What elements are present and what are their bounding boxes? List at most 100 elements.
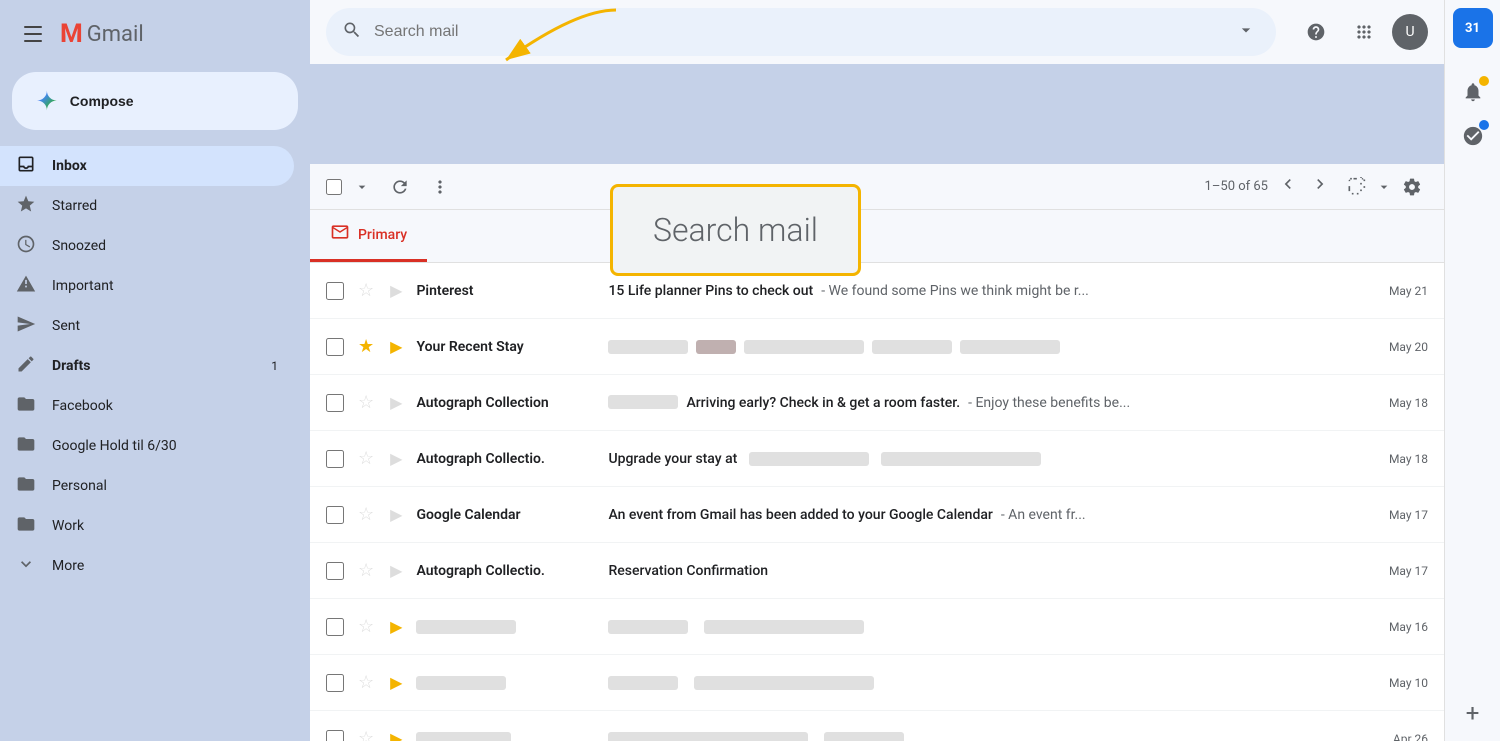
sidebar-item-label: Starred <box>52 198 97 214</box>
more-options-button[interactable] <box>422 171 458 203</box>
main-content: U Search mail 1–50 of 65 <box>310 0 1444 741</box>
star-button[interactable]: ☆ <box>356 446 376 471</box>
email-date: May 18 <box>1389 452 1428 466</box>
sidebar-item-personal[interactable]: Personal <box>0 466 294 506</box>
important-button[interactable]: ▶ <box>388 391 404 415</box>
email-row[interactable]: ☆ ▶ Autograph Collectio. Reservation Con… <box>310 543 1444 599</box>
sidebar-item-label: Important <box>52 278 114 294</box>
email-snippet: - Enjoy these benefits be... <box>968 395 1130 411</box>
select-dropdown-button[interactable] <box>346 173 378 201</box>
avatar[interactable]: U <box>1392 14 1428 50</box>
notification-icon[interactable] <box>1453 72 1493 112</box>
apps-button[interactable] <box>1344 12 1384 52</box>
sidebar-item-facebook[interactable]: Facebook <box>0 386 294 426</box>
sidebar-item-important[interactable]: Important <box>0 266 294 306</box>
email-sender: Your Recent Stay <box>416 339 596 355</box>
sidebar-item-snoozed[interactable]: Snoozed <box>0 226 294 266</box>
sidebar-item-work[interactable]: Work <box>0 506 294 546</box>
email-checkbox[interactable] <box>326 674 344 692</box>
star-button[interactable]: ☆ <box>356 502 376 527</box>
star-button[interactable]: ☆ <box>356 726 376 741</box>
email-sender: Autograph Collectio. <box>416 451 596 467</box>
refresh-button[interactable] <box>382 171 418 203</box>
sidebar: M Gmail ✦ Compose Inbox Starred Snoozed <box>0 0 310 741</box>
select-all-checkbox[interactable] <box>326 179 342 195</box>
email-subject: Reservation Confirmation <box>608 563 768 579</box>
settings-button[interactable] <box>1396 171 1428 203</box>
view-toggle-button[interactable] <box>1340 171 1372 203</box>
important-button[interactable]: ▶ <box>388 279 404 303</box>
email-date: May 16 <box>1389 620 1428 634</box>
compose-button[interactable]: ✦ Compose <box>12 72 298 130</box>
blurred-snippet <box>744 340 864 354</box>
email-checkbox[interactable] <box>326 562 344 580</box>
tab-primary[interactable]: Primary <box>310 210 427 262</box>
star-button[interactable]: ★ <box>356 334 376 359</box>
email-row[interactable]: ☆ ▶ Autograph Collectio. Upgrade your st… <box>310 431 1444 487</box>
drafts-icon <box>16 354 36 379</box>
sidebar-item-more[interactable]: More <box>0 546 294 586</box>
calendar-icon[interactable]: 31 <box>1453 8 1493 48</box>
compose-plus-icon: ✦ <box>36 88 58 114</box>
email-checkbox[interactable] <box>326 282 344 300</box>
star-button[interactable]: ☆ <box>356 670 376 695</box>
email-row[interactable]: ☆ ▶ May 16 <box>310 599 1444 655</box>
email-checkbox[interactable] <box>326 394 344 412</box>
email-list: ☆ ▶ Pinterest 15 Life planner Pins to ch… <box>310 263 1444 741</box>
compose-label: Compose <box>70 93 134 109</box>
sidebar-item-drafts[interactable]: Drafts 1 <box>0 346 294 386</box>
important-button[interactable]: ▶ <box>388 727 404 741</box>
email-checkbox[interactable] <box>326 618 344 636</box>
important-button[interactable]: ▶ <box>388 335 404 359</box>
right-sidebar: 31 + <box>1444 0 1500 741</box>
sidebar-item-inbox[interactable]: Inbox <box>0 146 294 186</box>
email-date: Apr 26 <box>1393 732 1428 741</box>
sidebar-item-sent[interactable]: Sent <box>0 306 294 346</box>
email-row[interactable]: ☆ ▶ May 10 <box>310 655 1444 711</box>
email-row[interactable]: ☆ ▶ Pinterest 15 Life planner Pins to ch… <box>310 263 1444 319</box>
hamburger-icon[interactable] <box>16 18 50 50</box>
search-input[interactable] <box>374 23 1220 41</box>
email-sender: Google Calendar <box>416 507 596 523</box>
email-body <box>608 340 1376 354</box>
star-button[interactable]: ☆ <box>356 558 376 583</box>
add-sidebar-item-button[interactable]: + <box>1453 693 1493 733</box>
notification-badge <box>1479 76 1489 86</box>
sidebar-item-label: Personal <box>52 478 107 494</box>
email-checkbox[interactable] <box>326 338 344 356</box>
search-dropdown-button[interactable] <box>1232 16 1260 49</box>
email-checkbox[interactable] <box>326 506 344 524</box>
important-button[interactable]: ▶ <box>388 671 404 695</box>
help-button[interactable] <box>1296 12 1336 52</box>
pagination-info: 1–50 of 65 <box>1205 168 1428 205</box>
important-button[interactable]: ▶ <box>388 447 404 471</box>
email-body <box>608 620 1376 634</box>
important-button[interactable]: ▶ <box>388 615 404 639</box>
star-button[interactable]: ☆ <box>356 614 376 639</box>
sidebar-item-google-hold[interactable]: Google Hold til 6/30 <box>0 426 294 466</box>
blurred-snippet3 <box>960 340 1060 354</box>
top-right-icons: U <box>1296 12 1428 52</box>
email-checkbox[interactable] <box>326 450 344 468</box>
email-row[interactable]: ☆ ▶ Apr 26 <box>310 711 1444 741</box>
prev-page-button[interactable] <box>1272 168 1304 205</box>
sidebar-item-starred[interactable]: Starred <box>0 186 294 226</box>
check-circle-icon[interactable] <box>1453 116 1493 156</box>
email-row[interactable]: ☆ ▶ Google Calendar An event from Gmail … <box>310 487 1444 543</box>
blurred-img <box>696 340 736 354</box>
email-row[interactable]: ★ ▶ Your Recent Stay May 20 <box>310 319 1444 375</box>
email-checkbox[interactable] <box>326 730 344 741</box>
important-button[interactable]: ▶ <box>388 559 404 583</box>
search-bar-wrapper <box>326 8 1276 56</box>
email-body: An event from Gmail has been added to yo… <box>608 507 1376 523</box>
search-icon <box>342 20 362 45</box>
important-button[interactable]: ▶ <box>388 503 404 527</box>
star-button[interactable]: ☆ <box>356 278 376 303</box>
email-body: Upgrade your stay at <box>608 451 1376 467</box>
folder-personal-icon <box>16 474 36 499</box>
email-row[interactable]: ☆ ▶ Autograph Collection Arriving early?… <box>310 375 1444 431</box>
next-page-button[interactable] <box>1304 168 1336 205</box>
primary-tab-icon <box>330 222 350 247</box>
blurred-subject <box>608 340 688 354</box>
star-button[interactable]: ☆ <box>356 390 376 415</box>
